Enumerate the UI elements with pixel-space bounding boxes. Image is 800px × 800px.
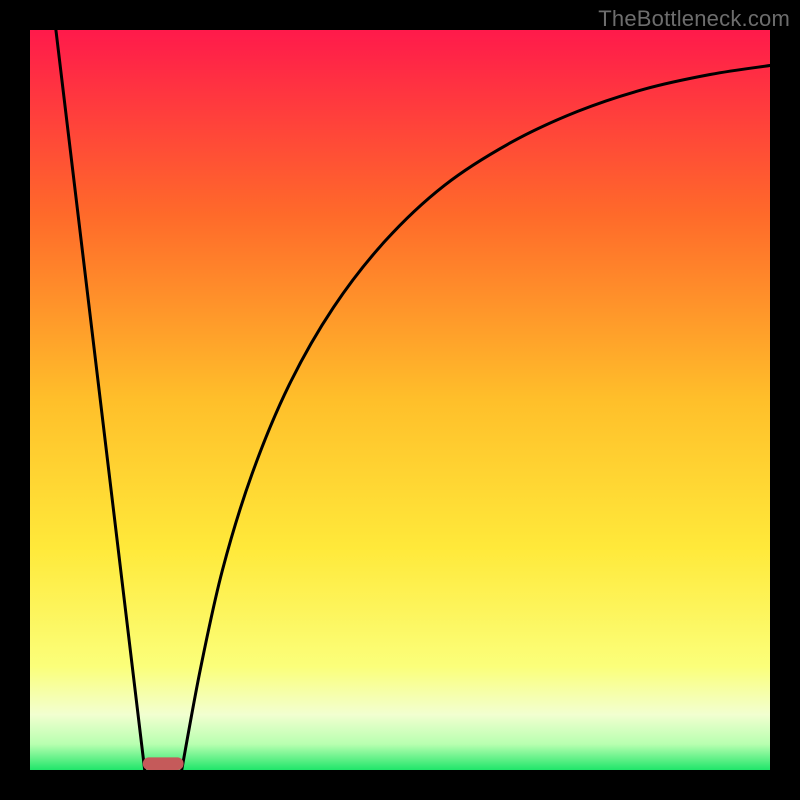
chart-canvas xyxy=(30,30,770,770)
watermark-text: TheBottleneck.com xyxy=(598,6,790,32)
gradient-background xyxy=(30,30,770,770)
plot-area xyxy=(30,30,770,770)
chart-frame: TheBottleneck.com xyxy=(0,0,800,800)
baseline-marker xyxy=(143,757,184,770)
